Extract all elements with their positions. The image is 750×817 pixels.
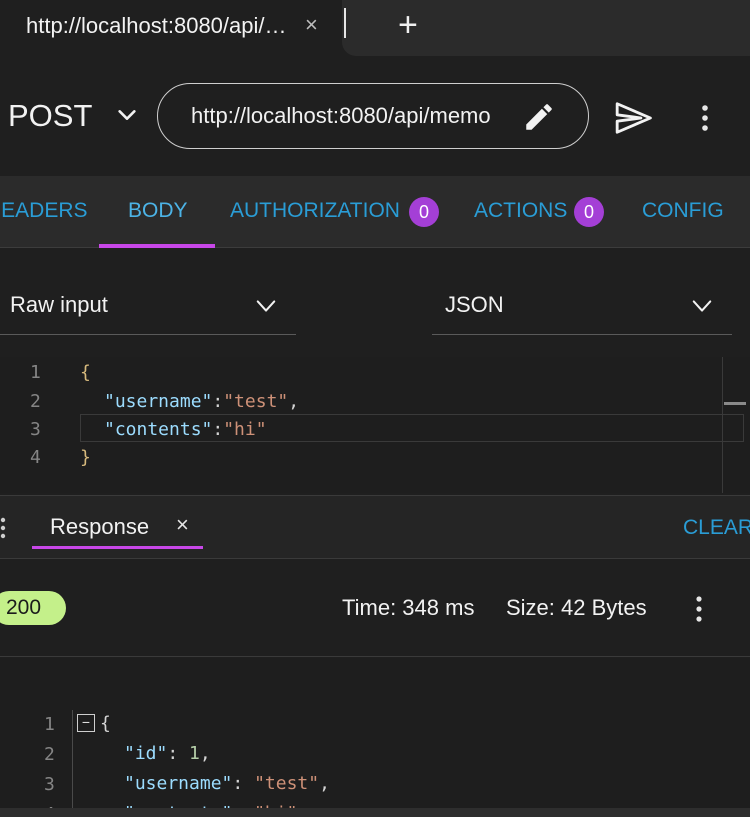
json-comma: ,: [288, 391, 300, 412]
collapse-toggle-icon[interactable]: −: [77, 714, 95, 732]
code-brace: {: [100, 713, 111, 734]
json-colon: :: [212, 419, 224, 440]
json-key: "id": [124, 743, 168, 764]
code-brace: }: [80, 447, 91, 468]
request-more-options-icon[interactable]: [698, 103, 712, 133]
response-time: Time: 348 ms: [342, 595, 475, 620]
method-select[interactable]: POST: [8, 98, 92, 134]
tab-headers[interactable]: HEADERS: [0, 199, 88, 223]
json-value: 1: [189, 743, 200, 764]
authorization-count-badge: 0: [409, 197, 439, 227]
input-mode-select[interactable]: Raw input: [10, 292, 108, 318]
tab-body[interactable]: BODY: [128, 199, 188, 223]
response-tab[interactable]: Response: [50, 514, 149, 540]
url-input-value[interactable]: http://localhost:8080/api/memo: [191, 103, 507, 129]
line-number: 4: [30, 447, 41, 468]
code-line: "username":"test",: [104, 391, 299, 412]
json-colon: :: [232, 773, 255, 794]
line-number: 1: [30, 362, 41, 383]
editor-scrollbar-thumb[interactable]: [724, 402, 746, 405]
json-value: "hi": [223, 419, 267, 440]
json-comma: ,: [319, 773, 330, 794]
tab-divider: [344, 8, 346, 38]
code-line: "username": "test",: [124, 773, 330, 794]
code-brace: {: [80, 362, 91, 383]
request-tab-title[interactable]: http://localhost:8080/api/…: [26, 13, 287, 39]
drag-handle-icon[interactable]: [0, 516, 8, 540]
json-value: "test": [254, 773, 320, 794]
tab-actions[interactable]: ACTIONS: [474, 199, 567, 223]
method-chevron-down-icon[interactable]: [116, 104, 138, 126]
line-number: 3: [30, 419, 41, 440]
editor-scrollbar-track: [722, 357, 723, 493]
response-tab-indicator: [32, 546, 203, 549]
tab-authorization[interactable]: AUTHORIZATION: [230, 199, 400, 223]
json-comma: ,: [199, 743, 211, 764]
line-number: 2: [44, 744, 55, 765]
content-type-underline: [432, 334, 732, 335]
fold-guide-line: [72, 710, 73, 817]
code-line: "id": 1,: [124, 743, 211, 764]
actions-count-badge: 0: [574, 197, 604, 227]
response-more-options-icon[interactable]: [693, 595, 705, 623]
json-key: "contents": [104, 419, 213, 440]
response-size: Size: 42 Bytes: [506, 595, 647, 620]
response-tab-close-icon[interactable]: ×: [176, 512, 189, 538]
clear-button[interactable]: CLEAR: [683, 516, 750, 540]
send-icon[interactable]: [612, 99, 654, 137]
active-tab-indicator: [99, 244, 215, 248]
line-number: 2: [30, 391, 41, 412]
horizontal-scrollbar[interactable]: [0, 808, 750, 817]
json-key: "username": [104, 391, 213, 412]
json-colon: :: [212, 391, 224, 412]
status-badge: 200: [0, 591, 66, 625]
line-number: 1: [44, 714, 55, 735]
json-key: "username": [124, 773, 233, 794]
line-number: 3: [44, 774, 55, 795]
json-value: "test": [223, 391, 289, 412]
pencil-edit-icon[interactable]: [522, 100, 556, 134]
content-type-select[interactable]: JSON: [445, 292, 504, 318]
tab-config[interactable]: CONFIG: [642, 199, 724, 223]
new-tab-plus-icon[interactable]: +: [398, 6, 418, 45]
content-type-chevron-down-icon[interactable]: [691, 295, 713, 317]
response-body-viewer[interactable]: [0, 658, 750, 817]
input-mode-chevron-down-icon[interactable]: [255, 295, 277, 317]
code-line: "contents":"hi": [104, 419, 267, 440]
input-mode-underline: [0, 334, 296, 335]
json-colon: :: [167, 743, 190, 764]
request-tab-close-icon[interactable]: ×: [305, 12, 318, 38]
